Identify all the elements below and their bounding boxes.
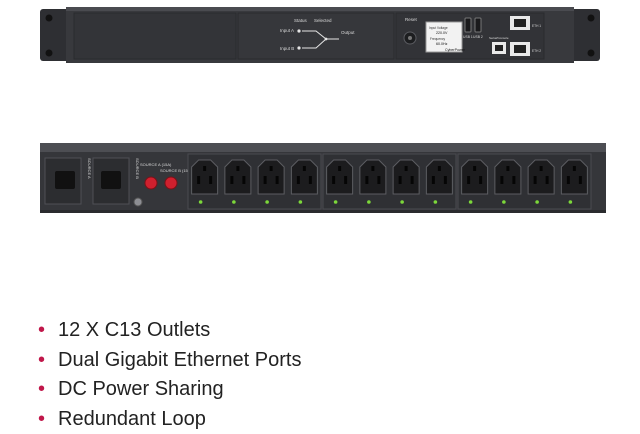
breaker-source-a[interactable] — [145, 177, 157, 189]
outlet-led — [535, 200, 539, 204]
lcd-line1: Input Voltage — [429, 26, 448, 30]
c13-outlet[interactable] — [495, 160, 521, 194]
ground-screw — [134, 198, 142, 206]
feature-list: • 12 X C13 Outlets • Dual Gigabit Ethernet… — [38, 316, 598, 434]
bullet-icon: • — [38, 316, 45, 346]
label-input-a: Input A — [280, 28, 294, 33]
outlet-led — [232, 200, 236, 204]
rack-hole — [46, 15, 53, 22]
label-status: Status — [294, 18, 308, 23]
feature-text: Dual Gigabit Ethernet Ports — [58, 349, 301, 371]
lcd-value1: 220.0V — [436, 31, 448, 35]
c13-outlet[interactable] — [360, 160, 386, 194]
feature-text: DC Power Sharing — [58, 378, 224, 400]
status-led-a — [297, 29, 300, 32]
bullet-icon: • — [38, 346, 45, 376]
feature-item: • Dual Gigabit Ethernet Ports — [38, 346, 598, 376]
c13-outlet[interactable] — [258, 160, 284, 194]
label-selected: Selected — [314, 18, 332, 23]
feature-text: Redundant Loop — [58, 408, 206, 430]
rack-hole — [46, 50, 53, 57]
label-usb-1: USB 1 — [463, 35, 473, 39]
breaker-source-b[interactable] — [165, 177, 177, 189]
c13-outlet[interactable] — [426, 160, 452, 194]
status-led-b — [297, 46, 300, 49]
right-rack-ear — [570, 9, 600, 61]
label-input-b: Input B — [280, 46, 294, 51]
c13-outlet[interactable] — [291, 160, 317, 194]
label-eth-2: ETH 2 — [532, 49, 541, 53]
rack-hole — [588, 50, 595, 57]
rack-hole — [588, 15, 595, 22]
feature-text: 12 X C13 Outlets — [58, 319, 210, 341]
product-image: Status Selected Input A Input B Output R… — [0, 0, 640, 300]
usb-port-2[interactable] — [475, 18, 481, 32]
label-eth-1: ETH 1 — [532, 24, 541, 28]
label-inlet-source-a: SOURCE A — [87, 158, 92, 179]
label-output: Output — [341, 30, 355, 35]
c13-outlet[interactable] — [225, 160, 251, 194]
c13-outlet[interactable] — [561, 160, 587, 194]
front-panel: Status Selected Input A Input B Output R… — [40, 7, 600, 63]
label-reset: Reset — [405, 17, 418, 22]
outlet-led — [569, 200, 573, 204]
feature-item: • DC Power Sharing — [38, 375, 598, 405]
bullet-icon: • — [38, 375, 45, 405]
usb-port-1[interactable] — [465, 18, 471, 32]
rear-panel: SOURCE A SOURCE B SOURCE A (15A) SOURCE … — [40, 143, 606, 213]
outlet-led — [299, 200, 303, 204]
c13-outlet[interactable] — [393, 160, 419, 194]
outlet-led — [367, 200, 371, 204]
brand-logo-text: CyberPower — [445, 48, 466, 52]
lcd-line2: Frequency — [430, 37, 445, 41]
c13-outlet[interactable] — [327, 160, 353, 194]
rear-chassis-top — [40, 143, 606, 153]
outlet-led — [265, 200, 269, 204]
label-serial: Serial/Console — [489, 36, 509, 40]
outlet-led — [199, 200, 203, 204]
label-breaker-a: SOURCE A (15A) — [140, 162, 172, 167]
feature-item: • 12 X C13 Outlets — [38, 316, 598, 346]
outlet-led — [334, 200, 338, 204]
outlet-led — [434, 200, 438, 204]
front-blank-plate — [74, 13, 236, 59]
c13-outlet[interactable] — [462, 160, 488, 194]
outlet-led — [469, 200, 473, 204]
c13-outlet[interactable] — [528, 160, 554, 194]
outlet-led — [400, 200, 404, 204]
lcd-value2: 60.0Hz — [436, 42, 448, 46]
left-rack-ear — [40, 9, 70, 61]
c13-outlet[interactable] — [192, 160, 218, 194]
outlet-led — [502, 200, 506, 204]
label-usb-2: USB 2 — [473, 35, 483, 39]
